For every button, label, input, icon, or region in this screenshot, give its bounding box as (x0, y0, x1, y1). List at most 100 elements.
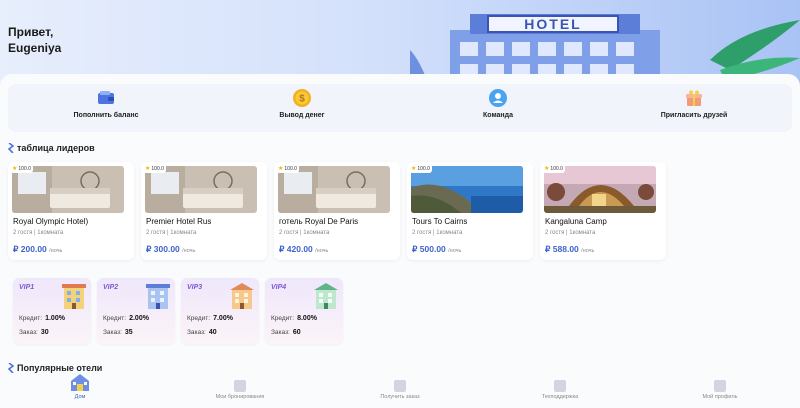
credit-label: Кредит: (103, 315, 127, 322)
price-value: ₽ 200.00 (13, 244, 47, 254)
price-value: ₽ 300.00 (146, 244, 180, 254)
building-icon (230, 283, 254, 309)
hotel-name: Premier Hotel Rus (146, 217, 212, 226)
user-name: Eugeniya (8, 41, 62, 55)
rating-badge: ★ 100.0 (542, 164, 565, 173)
rating-badge: ★ 100.0 (10, 164, 33, 173)
team-icon (488, 88, 508, 108)
nav-label: Получить заказ (380, 394, 420, 400)
orders-label: Заказ: (271, 329, 290, 336)
support-icon (554, 380, 566, 392)
hotel-meta: 2 гостя | 1комната (13, 230, 64, 236)
star-icon: ★ (278, 166, 284, 172)
hotel-card[interactable]: ★ 100.0 Royal Olympic Hotel) 2 гостя | 1к… (8, 162, 134, 260)
quick-actions: Пополнить баланс $ Вывод денег Команда П… (8, 84, 792, 132)
credit-value: 1.00% (45, 315, 65, 322)
vip-credit: Кредит: 8.00% (271, 315, 317, 322)
nav-profile[interactable]: Мой профиль (640, 376, 800, 408)
hotel-photo (544, 166, 656, 213)
hotel-name: Tours To Cairns (412, 217, 468, 226)
rating-value: 100.0 (550, 165, 563, 172)
bottom-nav: Дом Мои бронирования Получить заказ Техп… (0, 374, 800, 408)
rating-badge: ★ 100.0 (276, 164, 299, 173)
invite-friends-button[interactable]: Пригласить друзей (596, 84, 792, 132)
hotel-meta: 2 гостя | 1комната (412, 230, 463, 236)
hotel-card[interactable]: ★ 100.0 готель Royal De Paris 2 гостя | 1… (274, 162, 400, 260)
leaderboard-title: таблица лидеров (8, 143, 95, 153)
section-marker-icon (8, 363, 14, 373)
hotel-sign: HOTEL (524, 16, 581, 32)
hotel-card[interactable]: ★ 100.0 Tours To Cairns 2 гостя | 1комнат… (407, 162, 533, 260)
wallet-icon (96, 88, 116, 108)
vip-credit: Кредит: 1.00% (19, 315, 65, 322)
vip-levels: VIP1 Кредит: 1.00% Заказ: 30 VIP2 Кредит: 2… (13, 278, 343, 344)
bookings-icon (234, 380, 246, 392)
section-title-text: таблица лидеров (17, 143, 95, 153)
rating-value: 100.0 (417, 165, 430, 172)
vip-orders: Заказ: 60 (271, 329, 301, 336)
withdraw-button[interactable]: $ Вывод денег (204, 84, 400, 132)
orders-value: 35 (124, 329, 133, 336)
price-unit: /ночь (448, 248, 462, 254)
vip-card[interactable]: VIP4 Кредит: 8.00% Заказ: 60 (265, 278, 343, 344)
vip-tag: VIP4 (271, 284, 287, 291)
vip-tag: VIP2 (103, 284, 119, 291)
price-value: ₽ 588.00 (545, 244, 579, 254)
credit-label: Кредит: (271, 315, 295, 322)
vip-credit: Кредит: 7.00% (187, 315, 233, 322)
gift-icon (684, 88, 704, 108)
profile-icon (714, 380, 726, 392)
price-unit: /ночь (182, 248, 196, 254)
price-unit: /ночь (581, 248, 595, 254)
price-value: ₽ 420.00 (279, 244, 313, 254)
rating-value: 100.0 (151, 165, 164, 172)
top-up-button[interactable]: Пополнить баланс (8, 84, 204, 132)
vip-orders: Заказ: 35 (103, 329, 133, 336)
price-unit: /ночь (49, 248, 63, 254)
credit-value: 7.00% (213, 315, 233, 322)
orders-value: 60 (292, 329, 301, 336)
hotel-name: готель Royal De Paris (279, 217, 359, 226)
grid-icon (394, 380, 406, 392)
nav-label: Дом (74, 394, 86, 400)
vip-credit: Кредит: 2.00% (103, 315, 149, 322)
building-icon (314, 283, 338, 309)
hotel-card[interactable]: ★ 100.0 Kangaluna Camp 2 гостя | 1комната… (540, 162, 666, 260)
section-marker-icon (8, 143, 14, 153)
hotel-price: ₽ 300.00 /ночь (146, 244, 195, 255)
team-button[interactable]: Команда (400, 84, 596, 132)
nav-label: Мои бронирования (215, 394, 265, 400)
action-label: Вывод денег (279, 112, 325, 119)
hotel-price: ₽ 588.00 /ночь (545, 244, 594, 255)
star-icon: ★ (544, 166, 550, 172)
hotel-photo (145, 166, 257, 213)
credit-value: 8.00% (297, 315, 317, 322)
action-label: Пригласить друзей (660, 112, 728, 119)
price-value: ₽ 500.00 (412, 244, 446, 254)
orders-value: 30 (40, 329, 49, 336)
nav-home[interactable]: Дом (0, 374, 160, 408)
action-label: Команда (483, 112, 513, 119)
rating-badge: ★ 100.0 (409, 164, 432, 173)
rating-value: 100.0 (18, 165, 31, 172)
orders-label: Заказ: (103, 329, 122, 336)
building-icon (146, 284, 170, 309)
star-icon: ★ (145, 166, 151, 172)
greeting-line: Привет, (8, 25, 54, 39)
vip-tag: VIP1 (19, 284, 35, 291)
leaderboard-cards: ★ 100.0 Royal Olympic Hotel) 2 гостя | 1к… (8, 162, 666, 260)
hotel-photo (12, 166, 124, 213)
vip-card[interactable]: VIP2 Кредит: 2.00% Заказ: 35 (97, 278, 175, 344)
vip-card[interactable]: VIP1 Кредит: 1.00% Заказ: 30 (13, 278, 91, 344)
nav-get-order[interactable]: Получить заказ (320, 376, 480, 408)
rating-value: 100.0 (284, 165, 297, 172)
orders-label: Заказ: (19, 329, 38, 336)
star-icon: ★ (12, 166, 18, 172)
nav-label: Мой профиль (702, 394, 738, 400)
nav-bookings[interactable]: Мои бронирования (160, 376, 320, 408)
building-icon (62, 284, 86, 309)
nav-support[interactable]: Техподдержка (480, 376, 640, 408)
hotel-card[interactable]: ★ 100.0 Premier Hotel Rus 2 гостя | 1комн… (141, 162, 267, 260)
vip-card[interactable]: VIP3 Кредит: 7.00% Заказ: 40 (181, 278, 259, 344)
vip-orders: Заказ: 40 (187, 329, 217, 336)
